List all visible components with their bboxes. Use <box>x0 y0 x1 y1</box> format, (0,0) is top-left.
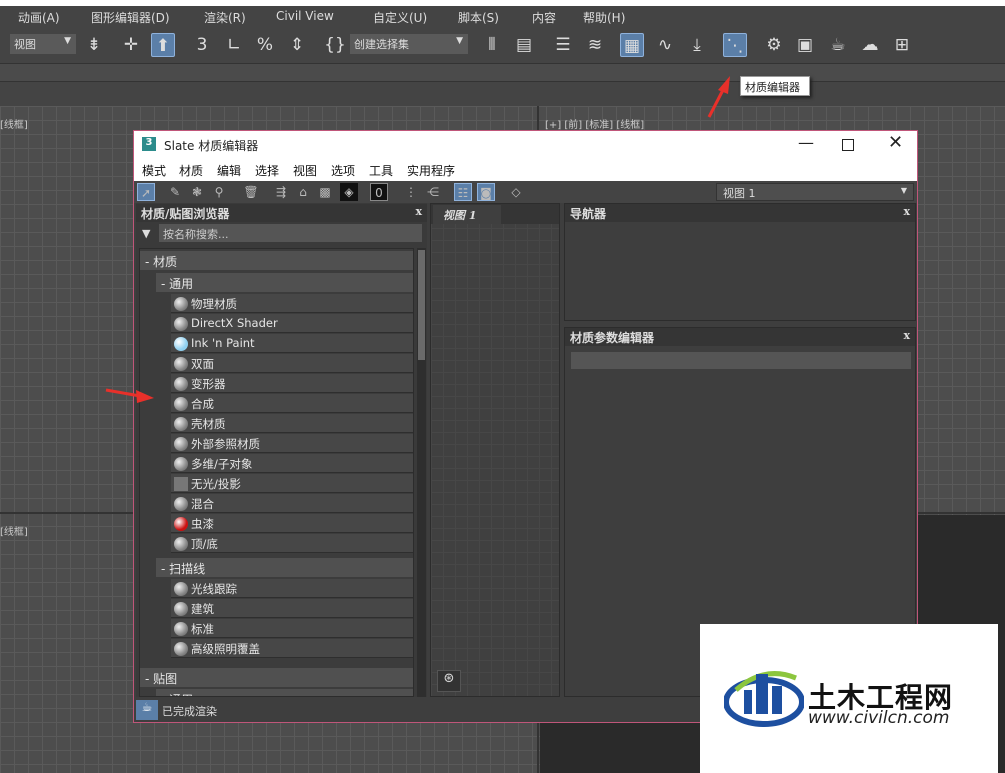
arrow-head <box>136 390 154 403</box>
watermark-url: www.civilcn.com <box>808 708 950 728</box>
arrow-to-list <box>105 388 141 398</box>
arrow-head <box>718 76 730 94</box>
logo-graphic <box>724 671 804 727</box>
watermark-logo: 土木工程网 www.civilcn.com <box>700 624 998 773</box>
arrow-to-material-editor <box>707 87 726 118</box>
